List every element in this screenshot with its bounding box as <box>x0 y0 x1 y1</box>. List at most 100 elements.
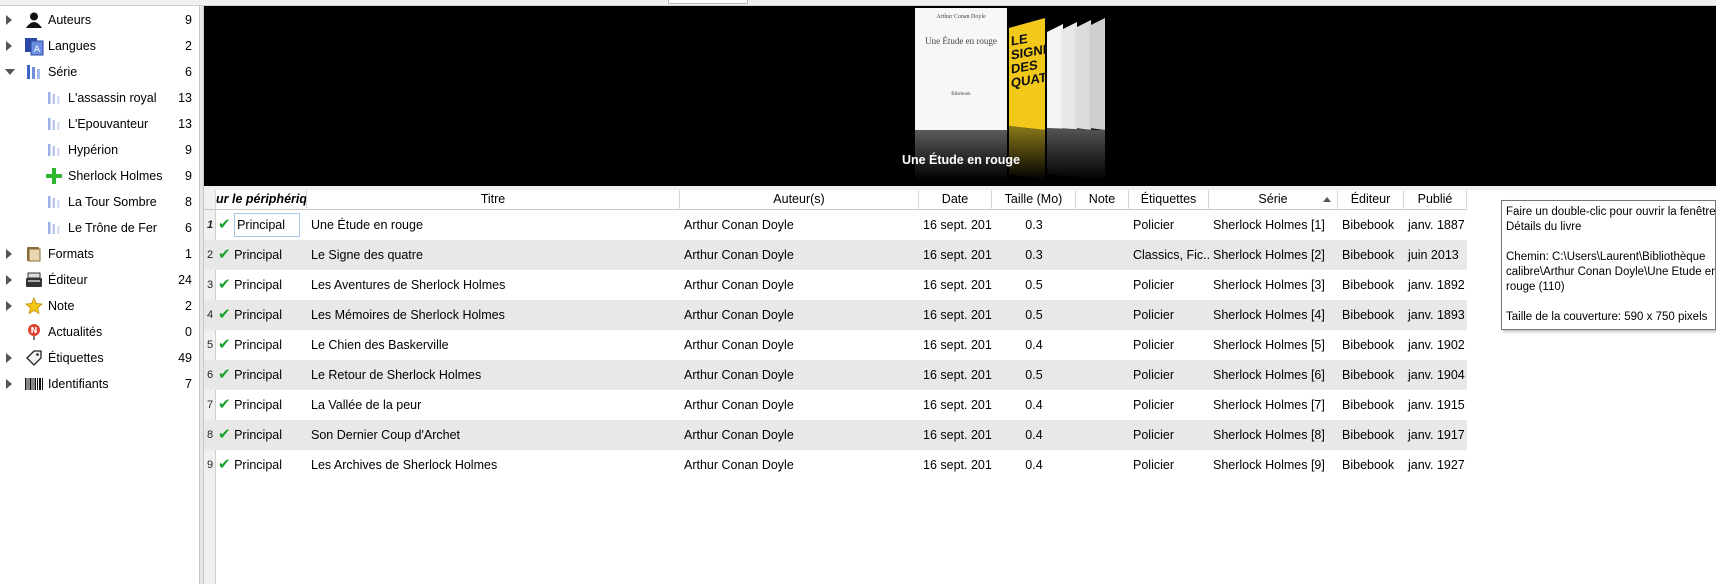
author-cell[interactable]: Arthur Conan Doyle <box>680 300 919 330</box>
series-cell[interactable]: Sherlock Holmes [4] <box>1209 300 1338 330</box>
collapse-arrow-icon[interactable] <box>5 69 15 75</box>
series-cell[interactable]: Sherlock Holmes [7] <box>1209 390 1338 420</box>
header-rating[interactable]: Note <box>1076 190 1129 210</box>
table-row[interactable]: 6 ✔ Principal Le Retour de Sherlock Holm… <box>204 360 1467 390</box>
title-cell[interactable]: Les Archives de Sherlock Holmes <box>307 450 680 480</box>
author-cell[interactable]: Arthur Conan Doyle <box>680 450 919 480</box>
publisher-cell[interactable]: Bibebook <box>1338 210 1404 240</box>
size-cell[interactable]: 0.5 <box>992 360 1076 390</box>
table-row[interactable]: 3 ✔ Principal Les Aventures de Sherlock … <box>204 270 1467 300</box>
cover-main[interactable]: Arthur Conan Doyle Une Étude en rouge Bi… <box>915 8 1007 130</box>
series-cell[interactable]: Sherlock Holmes [3] <box>1209 270 1338 300</box>
sidebar-item-serie[interactable]: Série 6 <box>0 60 198 84</box>
on-device-cell[interactable]: ✔ Principal <box>216 300 307 330</box>
sidebar-item-hyperion[interactable]: Hypérion 9 <box>0 138 198 162</box>
expand-arrow-icon[interactable] <box>6 379 12 389</box>
on-device-cell[interactable]: ✔ Principal <box>216 210 307 240</box>
author-cell[interactable]: Arthur Conan Doyle <box>680 330 919 360</box>
size-cell[interactable]: 0.3 <box>992 240 1076 270</box>
size-cell[interactable]: 0.3 <box>992 210 1076 240</box>
date-cell[interactable]: 16 sept. 2018 <box>919 450 992 480</box>
header-authors[interactable]: Auteur(s) <box>680 190 919 210</box>
rating-cell[interactable] <box>1076 300 1129 330</box>
tags-cell[interactable]: Policier <box>1129 420 1209 450</box>
publisher-cell[interactable]: Bibebook <box>1338 330 1404 360</box>
author-cell[interactable]: Arthur Conan Doyle <box>680 390 919 420</box>
rating-cell[interactable] <box>1076 420 1129 450</box>
series-cell[interactable]: Sherlock Holmes [6] <box>1209 360 1338 390</box>
on-device-cell[interactable]: ✔ Principal <box>216 450 307 480</box>
expand-arrow-icon[interactable] <box>6 353 12 363</box>
table-row[interactable]: 9 ✔ Principal Les Archives de Sherlock H… <box>204 450 1467 480</box>
header-tags[interactable]: Étiquettes <box>1129 190 1209 210</box>
expand-arrow-icon[interactable] <box>6 275 12 285</box>
date-cell[interactable]: 16 sept. 2018 <box>919 360 992 390</box>
expand-arrow-icon[interactable] <box>6 41 12 51</box>
series-cell[interactable]: Sherlock Holmes [9] <box>1209 450 1338 480</box>
title-cell[interactable]: Une Étude en rouge <box>307 210 680 240</box>
publisher-cell[interactable]: Bibebook <box>1338 300 1404 330</box>
published-cell[interactable]: janv. 1904 <box>1404 360 1467 390</box>
tags-cell[interactable]: Policier <box>1129 210 1209 240</box>
table-row[interactable]: 5 ✔ Principal Le Chien des Baskerville A… <box>204 330 1467 360</box>
rating-cell[interactable] <box>1076 450 1129 480</box>
series-cell[interactable]: Sherlock Holmes [2] <box>1209 240 1338 270</box>
size-cell[interactable]: 0.4 <box>992 330 1076 360</box>
author-cell[interactable]: Arthur Conan Doyle <box>680 240 919 270</box>
publisher-cell[interactable]: Bibebook <box>1338 270 1404 300</box>
tags-cell[interactable]: Policier <box>1129 270 1209 300</box>
sidebar-item-epouvanteur[interactable]: L'Epouvanteur 13 <box>0 112 198 136</box>
title-cell[interactable]: Son Dernier Coup d'Archet <box>307 420 680 450</box>
series-cell[interactable]: Sherlock Holmes [1] <box>1209 210 1338 240</box>
expand-arrow-icon[interactable] <box>6 15 12 25</box>
sidebar-item-identifiants[interactable]: Identifiants 7 <box>0 372 198 396</box>
published-cell[interactable]: janv. 1917 <box>1404 420 1467 450</box>
tags-cell[interactable]: Policier <box>1129 360 1209 390</box>
date-cell[interactable]: 16 sept. 2018 <box>919 330 992 360</box>
on-device-cell[interactable]: ✔ Principal <box>216 390 307 420</box>
header-date[interactable]: Date <box>919 190 992 210</box>
header-on-device[interactable]: ur le périphériqu <box>216 190 307 210</box>
title-cell[interactable]: Le Signe des quatre <box>307 240 680 270</box>
published-cell[interactable]: janv. 1893 <box>1404 300 1467 330</box>
table-row[interactable]: 4 ✔ Principal Les Mémoires de Sherlock H… <box>204 300 1467 330</box>
tags-cell[interactable]: Policier <box>1129 390 1209 420</box>
header-size[interactable]: Taille (Mo) <box>992 190 1076 210</box>
on-device-cell[interactable]: ✔ Principal <box>216 330 307 360</box>
publisher-cell[interactable]: Bibebook <box>1338 240 1404 270</box>
size-cell[interactable]: 0.4 <box>992 390 1076 420</box>
date-cell[interactable]: 16 sept. 2018 <box>919 420 992 450</box>
author-cell[interactable]: Arthur Conan Doyle <box>680 360 919 390</box>
table-row[interactable]: 7 ✔ Principal La Vallée de la peur Arthu… <box>204 390 1467 420</box>
publisher-cell[interactable]: Bibebook <box>1338 420 1404 450</box>
rating-cell[interactable] <box>1076 210 1129 240</box>
sidebar-item-langues[interactable]: A Langues 2 <box>0 34 198 58</box>
publisher-cell[interactable]: Bibebook <box>1338 360 1404 390</box>
published-cell[interactable]: janv. 1887 <box>1404 210 1467 240</box>
published-cell[interactable]: janv. 1902 <box>1404 330 1467 360</box>
rating-cell[interactable] <box>1076 360 1129 390</box>
header-series[interactable]: Série <box>1209 190 1338 210</box>
size-cell[interactable]: 0.4 <box>992 450 1076 480</box>
on-device-cell[interactable]: ✔ Principal <box>216 360 307 390</box>
on-device-cell[interactable]: ✔ Principal <box>216 240 307 270</box>
table-row[interactable]: 1 ✔ Principal Une Étude en rouge Arthur … <box>204 210 1467 240</box>
tags-cell[interactable]: Classics, Fic... <box>1129 240 1209 270</box>
publisher-cell[interactable]: Bibebook <box>1338 450 1404 480</box>
published-cell[interactable]: juin 2013 <box>1404 240 1467 270</box>
rating-cell[interactable] <box>1076 390 1129 420</box>
title-cell[interactable]: Le Retour de Sherlock Holmes <box>307 360 680 390</box>
toolbar-dropdown-edge[interactable] <box>668 0 748 4</box>
tags-cell[interactable]: Policier <box>1129 300 1209 330</box>
author-cell[interactable]: Arthur Conan Doyle <box>680 210 919 240</box>
size-cell[interactable]: 0.5 <box>992 270 1076 300</box>
sidebar-item-assassin-royal[interactable]: L'assassin royal 13 <box>0 86 198 110</box>
series-cell[interactable]: Sherlock Holmes [5] <box>1209 330 1338 360</box>
sidebar-item-tour-sombre[interactable]: La Tour Sombre 8 <box>0 190 198 214</box>
rating-cell[interactable] <box>1076 240 1129 270</box>
table-row[interactable]: 8 ✔ Principal Son Dernier Coup d'Archet … <box>204 420 1467 450</box>
sidebar-item-actualites[interactable]: N Actualités 0 <box>0 320 198 344</box>
on-device-cell[interactable]: ✔ Principal <box>216 420 307 450</box>
author-cell[interactable]: Arthur Conan Doyle <box>680 270 919 300</box>
published-cell[interactable]: janv. 1915 <box>1404 390 1467 420</box>
